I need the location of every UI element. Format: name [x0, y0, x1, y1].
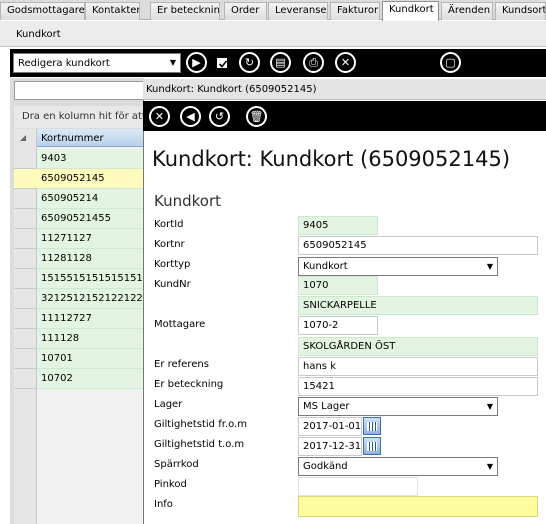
- mode-select-value: Redigera kundkort: [18, 58, 110, 69]
- tab-order[interactable]: Order: [224, 2, 267, 20]
- label-kortid: KortId: [154, 219, 184, 230]
- lager-select[interactable]: MS Lager ▼: [298, 397, 498, 416]
- dialog-titlebar[interactable]: Kundkort: Kundkort (6509052145): [143, 79, 546, 100]
- tab-fakturor[interactable]: Fakturor: [330, 2, 380, 20]
- er-beteckning-field[interactable]: 15421: [298, 377, 538, 396]
- row-selector[interactable]: [14, 229, 37, 249]
- table-row[interactable]: 1515515151515151555: [37, 269, 144, 289]
- label-giltig-from: Giltighetstid fr.o.m: [154, 419, 247, 430]
- close-icon[interactable]: ✕: [149, 106, 170, 127]
- sparrkod-select[interactable]: Godkänd ▼: [298, 457, 498, 476]
- table-row[interactable]: 111128: [37, 329, 144, 349]
- column-header-kortnummer[interactable]: Kortnummer: [37, 129, 144, 147]
- dialog-toolbar: [143, 101, 546, 131]
- row-selector[interactable]: [14, 329, 37, 349]
- label-kortnr: Kortnr: [154, 239, 185, 250]
- kundnr-field[interactable]: 1070: [298, 276, 378, 295]
- label-mottagare: Mottagare: [154, 319, 206, 330]
- table-row[interactable]: 650905214: [37, 189, 144, 209]
- tab-leveranser[interactable]: Leveranser: [268, 2, 328, 20]
- sort-triangle-icon: [20, 135, 26, 141]
- row-selector[interactable]: [14, 309, 37, 329]
- notes-icon[interactable]: ▢: [440, 52, 461, 73]
- tab-kundsortiment[interactable]: Kundsortiment: [495, 2, 546, 20]
- table-row[interactable]: 10702: [37, 369, 144, 389]
- column-header-label: Kortnummer: [41, 133, 104, 144]
- tab-er-beteckning[interactable]: Er beteckning: [150, 2, 220, 20]
- calendar-icon[interactable]: [363, 417, 381, 435]
- print-icon[interactable]: ⎙: [303, 52, 324, 73]
- dialog-title: Kundkort: Kundkort (6509052145): [146, 84, 317, 95]
- pinkod-field[interactable]: [298, 477, 418, 496]
- section-title: Kundkort: [16, 29, 61, 40]
- table-row[interactable]: 11112727: [37, 309, 144, 329]
- chevron-down-icon: ▼: [486, 262, 493, 271]
- kortid-field: 9405: [298, 216, 378, 235]
- group-panel: Dra en kolumn hit för att gruppera: [14, 106, 144, 128]
- row-selector[interactable]: [14, 149, 37, 169]
- label-kundnr: KundNr: [154, 279, 191, 290]
- chevron-down-icon: ▼: [169, 58, 176, 67]
- tab-kundkort[interactable]: Kundkort: [382, 1, 439, 21]
- label-lager: Lager: [154, 399, 183, 410]
- mode-select[interactable]: Redigera kundkort ▼: [13, 53, 181, 73]
- mottagare-field[interactable]: 1070-2: [298, 316, 378, 335]
- settings-doc-icon[interactable]: ▤: [270, 52, 291, 73]
- export-excel-icon[interactable]: ✕: [335, 52, 356, 73]
- row-selector[interactable]: [14, 349, 37, 369]
- label-sparrkod: Spärrkod: [154, 459, 199, 470]
- tab-godsmottagare[interactable]: Godsmottagare: [0, 2, 85, 20]
- giltig-tom-field[interactable]: 2017-12-31: [298, 437, 362, 456]
- toolbar-checkbox[interactable]: [217, 58, 228, 68]
- row-selector[interactable]: [14, 209, 37, 229]
- row-selector[interactable]: [14, 189, 37, 209]
- section-header: Kundkort: [0, 21, 546, 47]
- label-korttyp: Korttyp: [154, 259, 191, 270]
- korttyp-value: Kundkort: [303, 261, 348, 272]
- dialog-section-title: Kundkort: [154, 192, 222, 210]
- row-selector[interactable]: [14, 269, 37, 289]
- lager-value: MS Lager: [303, 401, 350, 412]
- label-er-referens: Er referens: [154, 359, 209, 370]
- group-hint-text: Dra en kolumn hit för att gruppera: [22, 111, 144, 122]
- korttyp-select[interactable]: Kundkort ▼: [298, 257, 498, 276]
- table-row[interactable]: 9403: [37, 149, 144, 169]
- row-selector[interactable]: [14, 289, 37, 309]
- table-row[interactable]: 11281128: [37, 249, 144, 269]
- er-referens-field[interactable]: hans k: [298, 357, 538, 376]
- play-icon[interactable]: ▶: [186, 52, 207, 73]
- delete-icon[interactable]: 🗑: [246, 106, 267, 127]
- info-field[interactable]: [298, 496, 538, 517]
- dialog-heading: Kundkort: Kundkort (6509052145): [152, 147, 511, 171]
- tab-kontakter[interactable]: Kontakter: [85, 2, 140, 20]
- table-row-selected[interactable]: 6509052145: [37, 169, 144, 189]
- grid-search-input[interactable]: [14, 81, 144, 100]
- tab-bar: Godsmottagare Kontakter Er beteckning Or…: [0, 0, 546, 21]
- label-pinkod: Pinkod: [154, 479, 187, 490]
- kortnr-field[interactable]: 6509052145: [298, 236, 538, 255]
- mottagare-namn-field: SKOLGÅRDEN ÖST: [298, 337, 538, 356]
- table-row[interactable]: 11271127: [37, 229, 144, 249]
- label-er-beteckning: Er beteckning: [154, 379, 224, 390]
- chevron-down-icon: ▼: [486, 402, 493, 411]
- table-row[interactable]: 10701: [37, 349, 144, 369]
- label-giltig-tom: Giltighetstid t.o.m: [154, 439, 245, 450]
- row-selector[interactable]: [14, 169, 37, 189]
- refresh-icon[interactable]: ↻: [239, 52, 260, 73]
- kundnamn-field: SNICKARPELLE: [298, 296, 538, 315]
- sparrkod-value: Godkänd: [303, 461, 348, 472]
- giltig-from-field[interactable]: 2017-01-01: [298, 417, 362, 436]
- undo-icon[interactable]: ↺: [209, 106, 230, 127]
- row-selector[interactable]: [14, 249, 37, 269]
- back-icon[interactable]: ◀: [180, 106, 201, 127]
- table-row[interactable]: 321251215212212212: [37, 289, 144, 309]
- chevron-down-icon: ▼: [486, 462, 493, 471]
- calendar-icon[interactable]: [363, 437, 381, 455]
- table-row[interactable]: 65090521455: [37, 209, 144, 229]
- label-info: Info: [154, 499, 173, 510]
- tab-arenden[interactable]: Ärenden: [441, 2, 493, 20]
- row-selector[interactable]: [14, 369, 37, 389]
